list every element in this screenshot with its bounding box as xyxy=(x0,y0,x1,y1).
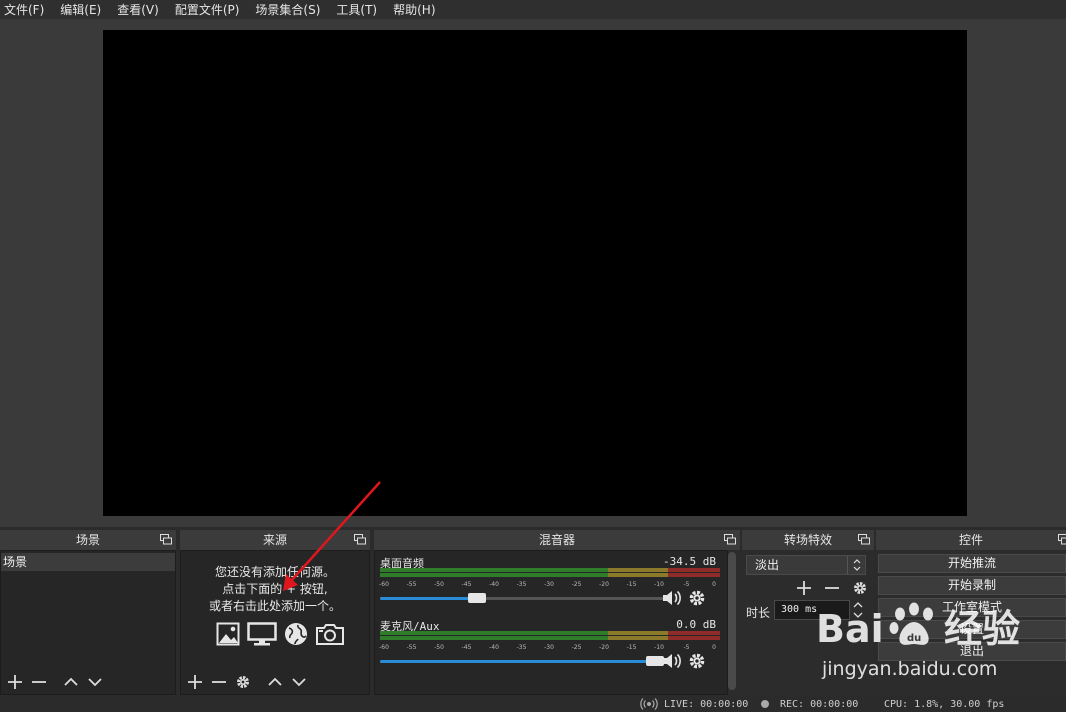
baidu-watermark: Bai du 经验 jingyan.baidu.com xyxy=(808,594,1058,694)
svg-text:经验: 经验 xyxy=(944,607,1020,651)
watermark-url: jingyan.baidu.com xyxy=(822,658,998,680)
svg-text:du: du xyxy=(907,633,921,644)
baidu-logo: Bai du 经验 xyxy=(816,602,1020,651)
svg-text:Bai: Bai xyxy=(816,607,884,651)
